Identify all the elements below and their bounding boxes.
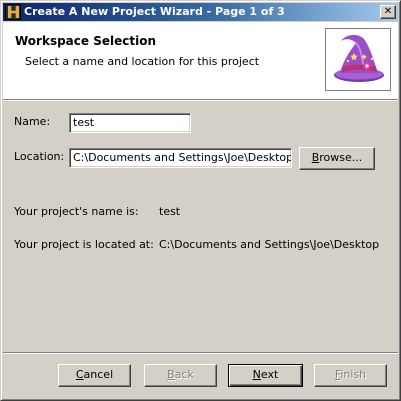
- summary-location-label: Your project is located at:: [14, 238, 154, 251]
- name-label: Name:: [14, 115, 51, 128]
- close-button[interactable]: ✕: [380, 5, 396, 19]
- summary-name-label: Your project's name is:: [14, 205, 139, 218]
- cancel-button[interactable]: Cancel: [58, 364, 131, 387]
- wizard-hat-icon: [325, 28, 391, 91]
- app-icon: [5, 4, 21, 20]
- title-bar[interactable]: Create A New Project Wizard - Page 1 of …: [3, 3, 398, 21]
- wizard-header: Workspace Selection Select a name and lo…: [3, 22, 398, 99]
- footer-divider: [3, 352, 398, 354]
- finish-button[interactable]: Finish: [314, 364, 387, 387]
- wizard-window: Create A New Project Wizard - Page 1 of …: [0, 0, 401, 401]
- summary-location-value: C:\Documents and Settings\Joe\Desktop: [159, 238, 380, 251]
- next-button[interactable]: Next: [228, 364, 303, 387]
- page-subtitle: Select a name and location for this proj…: [25, 55, 260, 68]
- header-divider: [3, 99, 398, 101]
- window-title: Create A New Project Wizard - Page 1 of …: [24, 5, 285, 18]
- browse-button[interactable]: Browse...: [299, 147, 375, 170]
- location-field[interactable]: C:\Documents and Settings\Joe\Desktop: [69, 148, 292, 168]
- page-title: Workspace Selection: [15, 34, 156, 48]
- name-field[interactable]: test: [69, 113, 191, 133]
- summary-name-value: test: [159, 205, 181, 218]
- location-label: Location:: [14, 150, 65, 163]
- back-button[interactable]: Back: [144, 364, 217, 387]
